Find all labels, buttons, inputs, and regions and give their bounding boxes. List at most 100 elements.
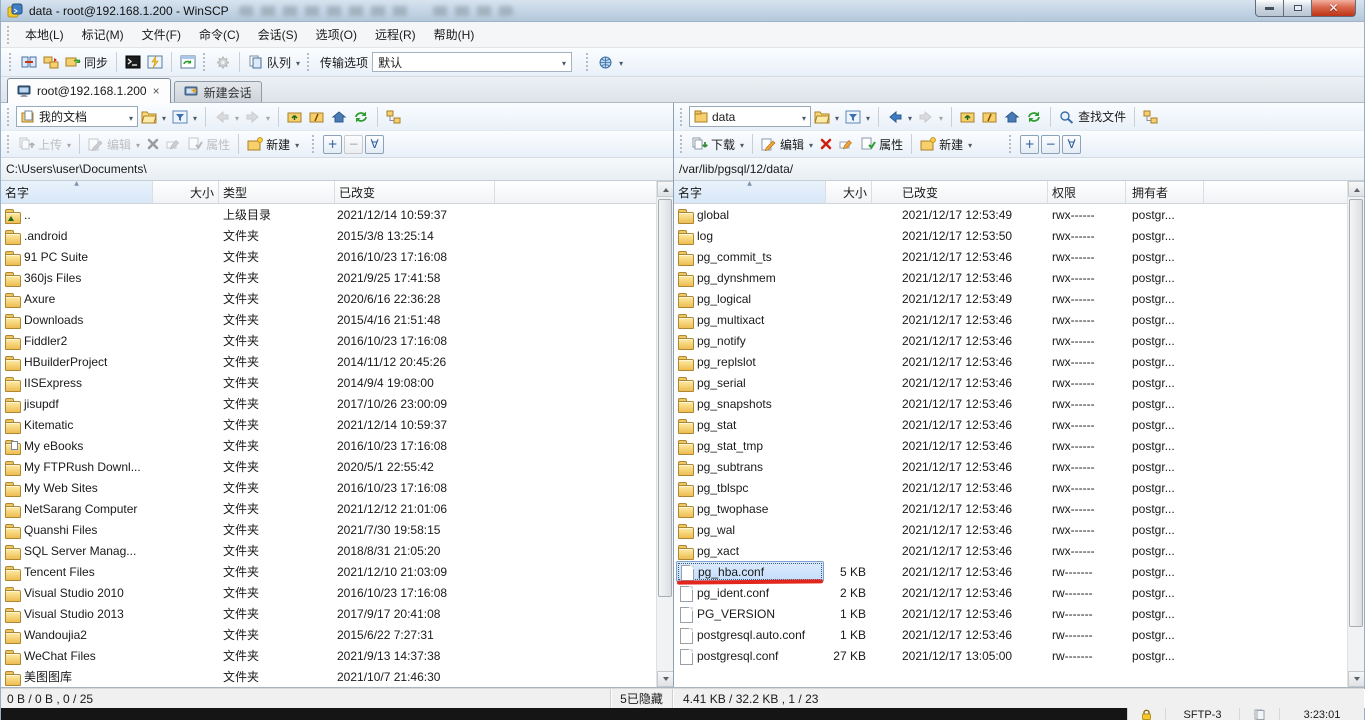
menu-file[interactable]: 文件(F) [133,23,190,46]
select-remove-button[interactable]: − [1041,135,1060,154]
remote-scrollbar[interactable] [1347,181,1364,687]
tab-close-icon[interactable]: × [152,84,161,98]
file-row[interactable]: pg_tblspc2021/12/17 12:53:46rwx------pos… [674,477,1347,498]
file-row[interactable]: pg_notify2021/12/17 12:53:46rwx------pos… [674,330,1347,351]
column-header-name[interactable]: 名字▲ [674,181,826,203]
column-header-name[interactable]: 名字▲ [1,181,153,203]
local-open-directory-button[interactable] [138,108,169,126]
find-files-button[interactable]: 查找文件 [1056,106,1129,127]
remote-delete-button[interactable] [816,135,836,153]
file-row[interactable]: postgresql.auto.conf1 KB2021/12/17 12:53… [674,624,1347,645]
local-home-button[interactable] [328,108,350,126]
upload-button[interactable]: 上传 [16,134,74,155]
file-row[interactable]: Visual Studio 2010文件夹2016/10/23 17:16:08 [1,582,656,603]
remote-edit-button[interactable]: 编辑 [758,134,816,155]
local-new-button[interactable]: 新建 [244,134,302,155]
file-row[interactable]: jisupdf文件夹2017/10/26 23:00:09 [1,393,656,414]
file-row[interactable]: WeChat Files文件夹2021/9/13 14:37:38 [1,645,656,666]
file-row[interactable]: Downloads文件夹2015/4/16 21:51:48 [1,309,656,330]
scroll-up-icon[interactable] [657,181,673,197]
file-row[interactable]: pg_logical2021/12/17 12:53:49rwx------po… [674,288,1347,309]
remote-parent-directory-button[interactable] [957,108,979,126]
tab-session[interactable]: root@192.168.1.200 × [7,78,171,103]
preferences-button[interactable] [212,53,234,72]
remote-properties-button[interactable]: 属性 [858,134,906,155]
scrollbar-thumb[interactable] [1349,199,1363,627]
local-parent-directory-button[interactable] [284,108,306,126]
file-row[interactable]: pg_xact2021/12/17 12:53:46rwx------postg… [674,540,1347,561]
file-row[interactable]: Tencent Files文件夹2021/12/10 21:03:09 [1,561,656,582]
local-directory-select[interactable]: 我的文档 [16,106,138,127]
file-row[interactable]: PG_VERSION1 KB2021/12/17 12:53:46rw-----… [674,603,1347,624]
download-button[interactable]: 下载 [689,134,747,155]
menu-mark[interactable]: 标记(M) [73,23,133,46]
remote-back-button[interactable] [884,108,915,126]
file-row[interactable]: 91 PC Suite文件夹2016/10/23 17:16:08 [1,246,656,267]
file-row[interactable]: IISExpress文件夹2014/9/4 19:08:00 [1,372,656,393]
select-all-filter-button[interactable]: ∀ [1062,135,1081,154]
scrollbar-thumb[interactable] [658,199,672,597]
local-properties-button[interactable]: 属性 [185,134,233,155]
file-row[interactable]: pg_ident.conf2 KB2021/12/17 12:53:46rw--… [674,582,1347,603]
file-row[interactable]: My eBooks文件夹2016/10/23 17:16:08 [1,435,656,456]
remote-tree-toggle-button[interactable] [1140,108,1162,126]
file-row[interactable]: pg_subtrans2021/12/17 12:53:46rwx------p… [674,456,1347,477]
file-row[interactable]: SQL Server Manag...文件夹2018/8/31 21:05:20 [1,540,656,561]
remote-directory-select[interactable]: data [689,106,811,127]
menu-commands[interactable]: 命令(C) [190,23,249,46]
maximize-button[interactable] [1284,0,1311,17]
column-header-size[interactable]: 大小 [826,181,872,203]
local-scrollbar[interactable] [656,181,673,687]
scroll-down-icon[interactable] [657,671,673,687]
file-row[interactable]: pg_stat2021/12/17 12:53:46rwx------postg… [674,414,1347,435]
column-header-type[interactable]: 类型 [219,181,335,203]
file-row[interactable]: 360js Files文件夹2021/9/25 17:41:58 [1,267,656,288]
refresh-session-button[interactable] [177,53,199,71]
select-add-button[interactable]: + [1020,135,1039,154]
remote-filter-button[interactable] [842,108,873,126]
local-tree-toggle-button[interactable] [383,108,405,126]
file-row[interactable]: global2021/12/17 12:53:49rwx------postgr… [674,204,1347,225]
file-row[interactable]: postgresql.conf27 KB2021/12/17 13:05:00r… [674,645,1347,666]
file-row[interactable]: My FTPRush Downl...文件夹2020/5/1 22:55:42 [1,456,656,477]
synchronize-button[interactable]: 同步 [62,52,111,73]
file-row[interactable]: pg_replslot2021/12/17 12:53:46rwx------p… [674,351,1347,372]
scroll-down-icon[interactable] [1348,671,1364,687]
column-header-modified[interactable]: 已改变 [872,181,1048,203]
file-row[interactable]: NetSarang Computer文件夹2021/12/12 21:01:06 [1,498,656,519]
synchronize-panels-button[interactable] [18,53,40,71]
remote-home-button[interactable] [1001,108,1023,126]
file-row[interactable]: pg_stat_tmp2021/12/17 12:53:46rwx------p… [674,435,1347,456]
local-filter-button[interactable] [169,108,200,126]
transfer-preset-select[interactable]: 默认 [372,52,572,72]
file-row[interactable]: HBuilderProject文件夹2014/11/12 20:45:26 [1,351,656,372]
file-row[interactable]: pg_hba.conf5 KB2021/12/17 12:53:46rw----… [674,561,1347,582]
minimize-button[interactable] [1255,0,1284,17]
menu-options[interactable]: 选项(O) [307,23,366,46]
close-button[interactable]: ✕ [1311,0,1356,17]
remote-root-directory-button[interactable] [979,108,1001,126]
file-row[interactable]: 美图图库文件夹2021/10/7 21:46:30 [1,666,656,687]
column-header-owner[interactable]: 拥有者 [1126,181,1204,203]
file-row[interactable]: pg_commit_ts2021/12/17 12:53:46rwx------… [674,246,1347,267]
file-row[interactable]: Axure文件夹2020/6/16 22:36:28 [1,288,656,309]
local-path-bar[interactable]: C:\Users\user\Documents\ [1,158,673,181]
file-row[interactable]: log2021/12/17 12:53:50rwx------postgr... [674,225,1347,246]
menu-session[interactable]: 会话(S) [249,23,307,46]
file-row[interactable]: My Web Sites文件夹2016/10/23 17:16:08 [1,477,656,498]
file-row[interactable]: pg_twophase2021/12/17 12:53:46rwx------p… [674,498,1347,519]
local-delete-button[interactable] [143,135,163,153]
local-forward-button[interactable] [242,108,273,126]
file-row[interactable]: Fiddler2文件夹2016/10/23 17:16:08 [1,330,656,351]
column-header-size[interactable]: 大小 [153,181,219,203]
menu-help[interactable]: 帮助(H) [425,23,484,46]
queue-button[interactable]: 队列 [245,52,303,73]
local-back-button[interactable] [211,108,242,126]
local-rename-button[interactable] [163,135,185,153]
menu-local[interactable]: 本地(L) [16,23,73,46]
local-edit-button[interactable]: 编辑 [85,134,143,155]
remote-new-button[interactable]: 新建 [917,134,975,155]
menu-remote[interactable]: 远程(R) [366,23,425,46]
file-row[interactable]: .android文件夹2015/3/8 13:25:14 [1,225,656,246]
file-row[interactable]: Wandoujia2文件夹2015/6/22 7:27:31 [1,624,656,645]
